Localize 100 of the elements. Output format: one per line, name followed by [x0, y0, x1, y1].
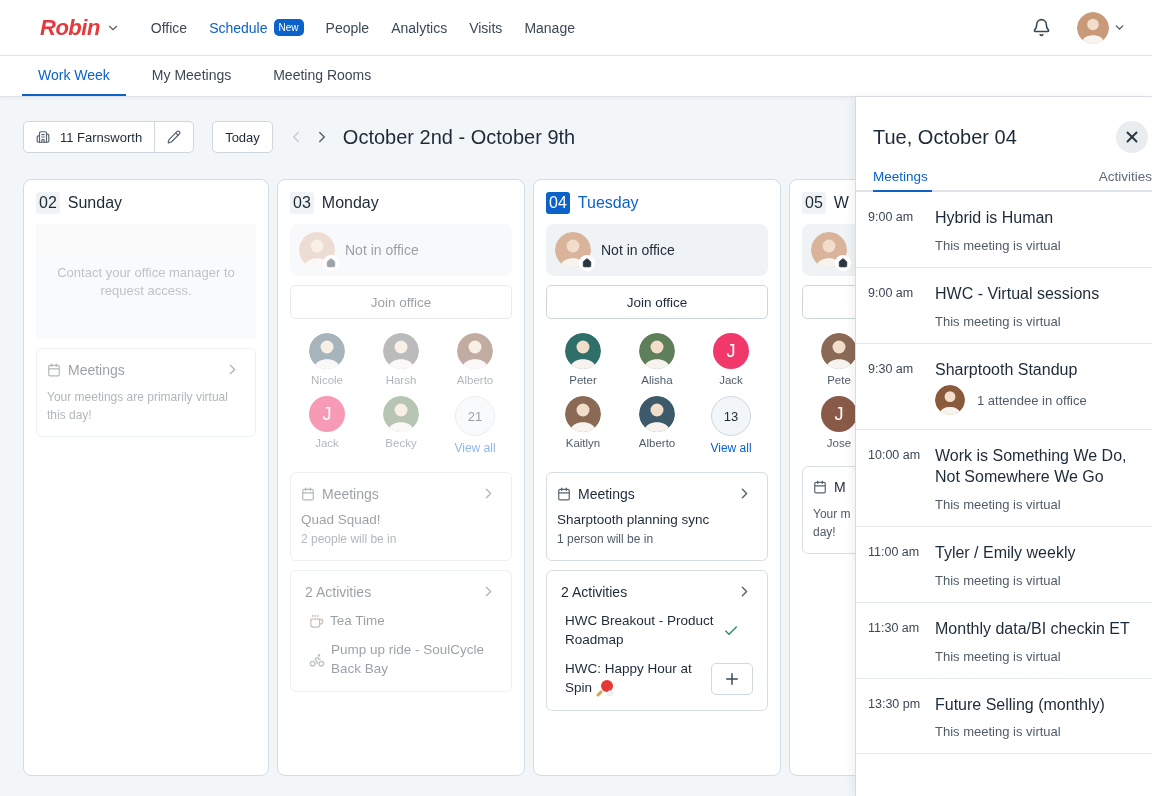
activity-title: Tea Time	[330, 612, 386, 630]
drawer-tab[interactable]: Meetings	[873, 163, 932, 192]
count-badge: 21	[455, 396, 495, 436]
person-name: Nicole	[311, 374, 343, 386]
day-number: 03	[290, 192, 314, 214]
person-name: Harsh	[385, 374, 417, 386]
card-title: Meetings	[322, 485, 380, 502]
nav-link[interactable]: Manage	[524, 19, 575, 36]
nav-link[interactable]: Schedule New	[209, 19, 304, 36]
nav-link[interactable]: Office	[150, 19, 188, 36]
meeting-note: This meeting is virtual	[935, 497, 1062, 512]
user-menu[interactable]	[1077, 11, 1126, 44]
calendar-icon	[557, 486, 571, 501]
avatar: J	[713, 333, 749, 369]
add-button[interactable]	[711, 662, 753, 695]
day-name: Tuesday	[577, 194, 639, 212]
attendee-avatar	[935, 385, 965, 416]
meeting-title: Quad Squad!	[301, 512, 382, 527]
meeting-note: This meeting is virtual	[935, 237, 1062, 253]
meeting-time: 9:30 am	[868, 360, 915, 378]
day-name: Sunday	[67, 194, 123, 212]
logo-menu[interactable]: Robin	[40, 14, 120, 41]
meeting-note: Your meetings are primarily virtual this day!	[47, 389, 229, 424]
card-title: Meetings	[68, 361, 126, 378]
avatar	[309, 333, 345, 369]
meeting-note: day!	[813, 524, 837, 541]
day-number: 02	[36, 192, 60, 214]
meeting-title[interactable]: Work is Something We Do, Not Somewhere We Go	[935, 446, 1140, 488]
meeting-note: 1 person will be in	[557, 531, 655, 548]
calendar-icon	[301, 486, 315, 501]
status-text: Not in office	[601, 242, 675, 258]
meeting-title[interactable]: Monthly data/BI checkin ET	[935, 618, 1140, 640]
meeting-note: 1 attendee in office	[977, 392, 1087, 408]
bell-icon[interactable]	[1032, 18, 1051, 37]
meeting-time: 9:00 am	[868, 209, 915, 226]
calendar-icon	[47, 362, 61, 377]
person-name: Alberto	[638, 437, 676, 449]
avatar	[639, 396, 675, 432]
card-title: 2 Activities	[561, 583, 629, 600]
view-all-link[interactable]: View all	[710, 441, 752, 455]
building-icon	[36, 130, 50, 144]
close-button[interactable]	[1116, 121, 1148, 153]
nav-link[interactable]: Analytics	[391, 19, 448, 36]
count-badge: 13	[711, 396, 751, 436]
new-badge: New	[273, 19, 304, 36]
day-number: 04	[546, 192, 570, 214]
today-button[interactable]: Today	[212, 121, 273, 153]
avatar	[383, 333, 419, 369]
access-message: Contact your office manager to request access.	[36, 224, 256, 339]
nav-link[interactable]: Visits	[469, 19, 503, 36]
home-icon	[323, 255, 339, 271]
avatar	[821, 333, 855, 369]
view-tab[interactable]: My Meetings	[135, 56, 248, 96]
bike-icon	[309, 651, 325, 668]
user-avatar	[299, 232, 335, 268]
meeting-time: 9:00 am	[868, 284, 915, 302]
meeting-title[interactable]: Future Selling (monthly)	[935, 694, 1140, 716]
meeting-title[interactable]: Hybrid is Human	[935, 208, 1140, 229]
nav-link[interactable]: People	[325, 19, 370, 36]
meeting-note: This meeting is virtual	[935, 648, 1062, 664]
activity-title: HWC: Happy Hour at Spin	[565, 659, 705, 698]
meeting-note: This meeting is virtual	[935, 313, 1062, 329]
meeting-time: 11:00 am	[868, 544, 921, 561]
meeting-note: This meeting is virtual	[935, 572, 1062, 588]
person-name: Kaitlyn	[565, 437, 601, 449]
meeting-title[interactable]: HWC - Virtual sessions	[935, 283, 1140, 305]
meeting-note: 2 people will be in	[301, 531, 398, 548]
person-name: Pete	[827, 374, 851, 386]
location-button[interactable]: 11 Farnsworth	[24, 122, 156, 152]
home-icon	[835, 255, 851, 271]
calendar-icon	[813, 480, 827, 494]
avatar	[565, 396, 601, 432]
activity-title: Pump up ride - SoulCycle Back Bay	[331, 640, 486, 678]
person-name: Jack	[315, 437, 339, 449]
home-icon	[579, 255, 595, 271]
meeting-note: This meeting is virtual	[935, 724, 1062, 740]
join-office-button[interactable]: Join office	[546, 285, 768, 319]
day-name: W	[833, 194, 849, 212]
paddle-icon	[595, 679, 614, 698]
view-tab[interactable]: Work Week	[22, 56, 126, 96]
person-name: Alisha	[641, 374, 673, 386]
meeting-title[interactable]: Sharptooth Standup	[935, 359, 1140, 381]
meeting-time: 13:30 pm	[868, 695, 922, 713]
date-range-title: October 2nd - October 9th	[342, 125, 576, 149]
person-name: Becky	[385, 437, 417, 449]
cup-icon	[309, 613, 324, 629]
view-tab[interactable]: Meeting Rooms	[257, 56, 388, 96]
card-title: 2 Activities	[305, 583, 373, 600]
avatar	[457, 333, 493, 369]
meeting-time: 10:00 am	[868, 447, 922, 465]
meeting-title[interactable]: Tyler / Emily weekly	[935, 543, 1140, 564]
person-name: Peter	[569, 374, 597, 386]
meeting-time: 11:30 am	[868, 619, 921, 637]
avatar	[565, 333, 601, 369]
drawer-tab[interactable]: Activities	[1098, 163, 1152, 192]
meeting-note: Your m	[813, 506, 852, 523]
person-name: Jack	[719, 374, 743, 386]
avatar: J	[821, 396, 855, 432]
status-text: Not in office	[345, 242, 419, 258]
card-title: Meetings	[578, 485, 636, 502]
